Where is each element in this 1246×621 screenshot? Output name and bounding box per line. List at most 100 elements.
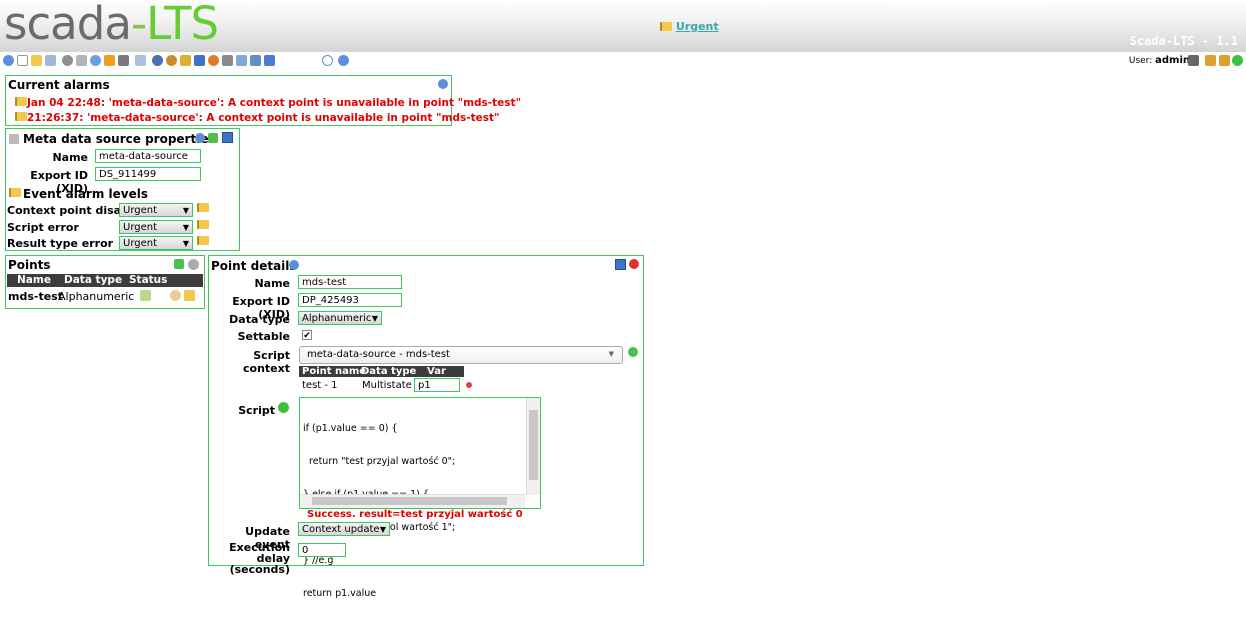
execution-delay-field[interactable]: 0 (298, 543, 346, 557)
alarm-flag-icon[interactable] (15, 112, 27, 121)
scada-lts-logo: scada-LTS (4, 0, 219, 50)
ctx-var-field[interactable]: p1 (414, 378, 460, 392)
vertical-scrollbar[interactable] (526, 398, 540, 495)
main-toolbar: User: admin (0, 52, 1246, 70)
script-result: Success. result=test przyjal wartość 0 (307, 509, 523, 520)
point-edit-icon[interactable] (170, 290, 181, 301)
users-icon[interactable] (152, 55, 163, 66)
delete-point-icon[interactable] (629, 259, 639, 269)
vertical-scroll-thumb[interactable] (529, 410, 538, 480)
logout-icon[interactable] (264, 55, 275, 66)
event-alarm-levels-icon (9, 188, 21, 197)
alarm-flag-icon[interactable] (15, 97, 27, 106)
maintenance-icon[interactable] (208, 55, 219, 66)
status-icon[interactable] (1232, 55, 1243, 66)
point-details-title: Point details (211, 259, 297, 273)
toggle-icon[interactable] (208, 133, 218, 143)
script-context-select[interactable]: meta-data-source - mds-test ▼ (299, 346, 623, 364)
data-type-select[interactable]: Alphanumeric ▼ (298, 311, 382, 325)
views-icon[interactable] (17, 55, 28, 66)
execution-delay-label: Execution delay (seconds) (229, 541, 290, 576)
alarm-item[interactable]: Jan 04 22:48: 'meta-data-source': A cont… (27, 97, 521, 109)
ctx-data-type: Multistate (362, 380, 412, 391)
remove-context-point-icon[interactable] (466, 382, 472, 388)
level-script-error-select[interactable]: Urgent ▼ (119, 220, 193, 234)
ds-properties-panel: Meta data source properties Name meta-da… (5, 128, 240, 251)
header-alarm-indicator[interactable]: Urgent (660, 20, 719, 33)
point-name-label: Name (254, 277, 290, 290)
point-status-icon[interactable] (140, 290, 151, 301)
home-icon[interactable] (1205, 55, 1216, 66)
col-name: Name (17, 274, 51, 286)
script-label: Script (238, 404, 275, 417)
pointhierarchy-icon[interactable] (135, 55, 146, 66)
save-icon[interactable] (222, 132, 233, 143)
help-icon[interactable] (195, 133, 205, 143)
current-alarms-panel: Current alarms Jan 04 22:48: 'meta-data-… (5, 75, 521, 126)
settable-checkbox[interactable]: ✔ (302, 330, 312, 341)
header-alarm-link[interactable]: Urgent (676, 20, 719, 33)
copy-point-icon[interactable] (188, 259, 199, 270)
table-row: test - 1 Multistate p1 (299, 378, 474, 393)
mute-icon[interactable] (1188, 55, 1199, 66)
points-panel: Points Name Data type Status mds-test Al… (5, 255, 205, 309)
settable-label: Settable (237, 330, 290, 343)
help-icon[interactable] (289, 260, 299, 270)
alarm-item[interactable]: 21:26:37: 'meta-data-source': A context … (27, 112, 499, 124)
point-xid-field[interactable]: DP_425493 (298, 293, 402, 307)
ds-xid-field[interactable]: DS_911499 (95, 167, 201, 181)
alarm-level-flag-icon (197, 203, 209, 212)
events-icon[interactable] (31, 55, 42, 66)
version-label: Scada-LTS - 1.1 (1129, 34, 1238, 48)
mailing-lists-icon[interactable] (180, 55, 191, 66)
system-settings-icon[interactable] (222, 55, 233, 66)
ctx-col-var: Var (427, 366, 446, 377)
level-context-disabled-select[interactable]: Urgent ▼ (119, 203, 193, 217)
reports-icon[interactable] (45, 55, 56, 66)
publishers-icon[interactable] (194, 55, 205, 66)
level-result-type-label: Result type error (7, 237, 114, 250)
save-point-icon[interactable] (615, 259, 626, 270)
point-name[interactable]: mds-test (8, 290, 63, 303)
set-home-icon[interactable] (1219, 55, 1230, 66)
add-context-point-icon[interactable] (628, 347, 638, 357)
info-icon[interactable] (338, 55, 349, 66)
alarms-title: Current alarms (8, 78, 110, 92)
data-sources-icon[interactable] (62, 55, 73, 66)
help-icon[interactable] (322, 55, 333, 66)
horizontal-scroll-thumb[interactable] (312, 497, 507, 505)
user-name: admin (1155, 55, 1190, 66)
table-row[interactable]: mds-test Alphanumeric (7, 289, 203, 303)
alarm-level-flag-icon (197, 236, 209, 245)
level-script-error-label: Script error (7, 221, 79, 234)
user-profiles-icon[interactable] (166, 55, 177, 66)
sql-icon[interactable] (250, 55, 261, 66)
point-links-icon[interactable] (104, 55, 115, 66)
script-editor[interactable]: if (p1.value == 0) { return "test przyja… (299, 397, 541, 599)
scripts-icon[interactable] (118, 55, 129, 66)
col-data-type: Data type (64, 274, 123, 286)
data-type-label: Data type (229, 313, 290, 326)
ds-name-field[interactable]: meta-data-source (95, 149, 201, 163)
compound-events-icon[interactable] (90, 55, 101, 66)
user-label: User: (1128, 56, 1153, 66)
ds-properties-title: Meta data source properties (23, 132, 216, 146)
point-name-field[interactable]: mds-test (298, 275, 402, 289)
level-result-type-select[interactable]: Urgent ▼ (119, 236, 193, 250)
watch-list-icon[interactable] (3, 55, 14, 66)
update-event-select[interactable]: Context update ▼ (298, 522, 390, 536)
script-context-label: Script context (243, 349, 290, 375)
context-table-header: Point name Data type Var (299, 366, 464, 377)
scheduled-events-icon[interactable] (76, 55, 87, 66)
horizontal-scrollbar[interactable] (300, 494, 525, 508)
col-status: Status (129, 274, 168, 286)
emport-icon[interactable] (236, 55, 247, 66)
point-event-icon[interactable] (184, 290, 195, 301)
ctx-col-data-type: Data type (361, 366, 417, 377)
alarms-settings-icon[interactable] (438, 79, 448, 89)
validate-script-icon[interactable] (278, 402, 289, 413)
header: scada-LTS Urgent Scada-LTS - 1.1 (0, 0, 1246, 52)
alarm-flag-icon (660, 22, 672, 31)
add-point-icon[interactable] (174, 259, 184, 269)
ctx-col-point-name: Point name (302, 366, 367, 377)
